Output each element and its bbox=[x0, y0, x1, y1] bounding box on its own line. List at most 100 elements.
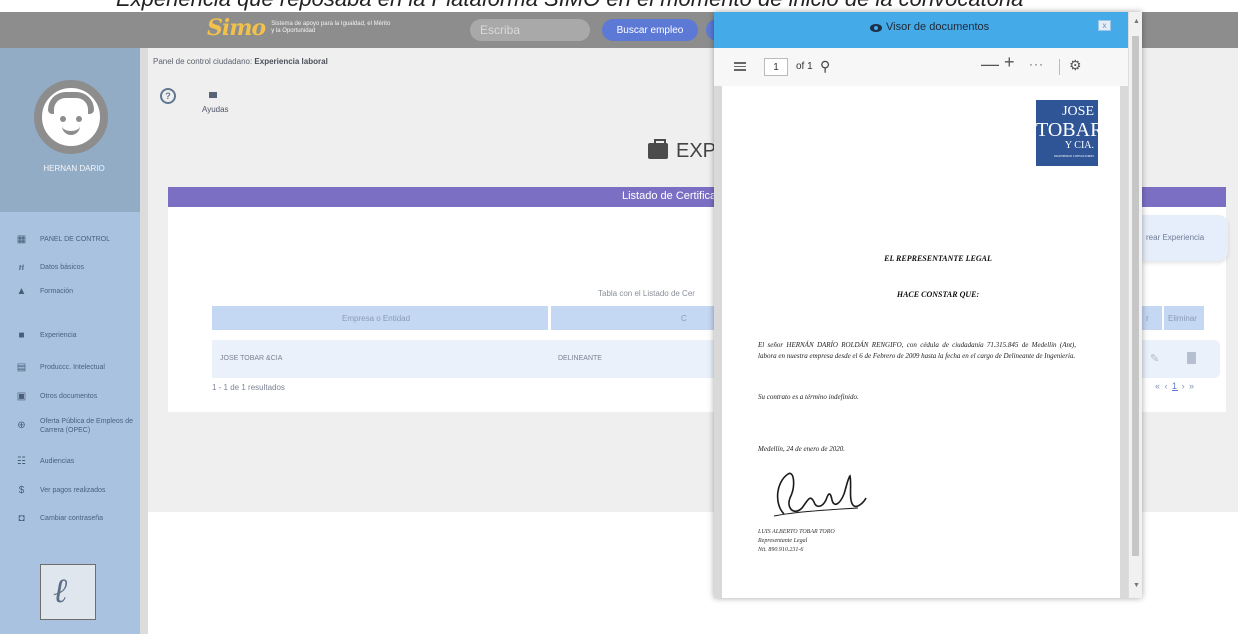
username: HERNAN DARIO bbox=[43, 164, 105, 173]
column-header-label: r bbox=[1146, 314, 1149, 323]
trash-icon[interactable] bbox=[1187, 352, 1196, 364]
sidebar-item-label: Oferta Pública de Empleos de Carrera (OP… bbox=[40, 418, 133, 434]
sidebar-scrollbar[interactable] bbox=[140, 48, 148, 634]
logo-line3: Y CIA. bbox=[1064, 140, 1094, 151]
signer-name: LUIS ALBERTO TOBAR TORO bbox=[758, 529, 835, 535]
sidebar-item-contrasena[interactable]: ◘ Cambiar contraseña bbox=[0, 509, 140, 531]
doc-place-date: Medellín, 24 de enero de 2020. bbox=[758, 445, 846, 453]
logo-tagline: Sistema de apoyo para la Igualdad, el Mé… bbox=[271, 21, 391, 34]
zoom-out-icon[interactable]: — bbox=[981, 54, 999, 75]
logo-mark: Simo bbox=[207, 15, 266, 41]
scroll-up-arrow-icon[interactable]: ▲ bbox=[1133, 18, 1140, 25]
graduation-icon: ▲ bbox=[16, 286, 27, 297]
sidebar-item-label: PANEL DE CONTROL bbox=[40, 236, 111, 243]
institution-logo: ℓ bbox=[40, 564, 96, 620]
cell-cargo: DELINEANTE bbox=[558, 355, 602, 362]
pagination: « ‹ 1 › » bbox=[1155, 381, 1195, 391]
simo-logo[interactable]: Simo Sistema de apoyo para la Igualdad, … bbox=[207, 15, 391, 41]
sidebar-item-formacion[interactable]: ▲ Formación bbox=[0, 282, 140, 304]
sidebar-item-pagos[interactable]: $ Ver pagos realizados bbox=[0, 481, 140, 503]
document-icon: ▣ bbox=[16, 391, 27, 402]
sidebar-item-label: Produccc. Intelectual bbox=[40, 364, 105, 371]
pdf-page-area[interactable]: JOSE TOBAR Y CIA. INGENIEROS CONSULTORES… bbox=[714, 86, 1128, 598]
sidebar-item-audiencias[interactable]: ☷ Audiencias bbox=[0, 452, 140, 474]
caption-text: Experiencia que reposaba en la Plataform… bbox=[116, 0, 1023, 12]
logo-line4: INGENIEROS CONSULTORES bbox=[1054, 154, 1094, 158]
search-icon[interactable]: ⚲ bbox=[820, 58, 830, 75]
breadcrumb-current: Experiencia laboral bbox=[254, 57, 328, 66]
sidebar-item-experiencia[interactable]: ■ Experiencia bbox=[0, 326, 140, 348]
caption: Experiencia que reposaba en la Plataform… bbox=[0, 0, 1238, 12]
avatar[interactable] bbox=[34, 80, 108, 154]
signer-nit: Nit. 890.910.231-6 bbox=[758, 547, 804, 553]
viewer-scrollbar[interactable]: ▲ ▼ bbox=[1128, 12, 1142, 598]
page-count: of 1 bbox=[796, 61, 813, 72]
pager-current[interactable]: 1 bbox=[1172, 381, 1178, 391]
table-row[interactable]: JOSE TOBAR &CIA DELINEANTE bbox=[212, 340, 728, 378]
doc-paragraph-1: El señor HERNÁN DARÍO ROLDÁN RENGIFO, co… bbox=[758, 341, 1076, 360]
card-title: Listado de Certifica bbox=[622, 190, 717, 202]
public-offer-icon: ⊕ bbox=[17, 420, 26, 431]
briefcase-icon: ■ bbox=[18, 330, 25, 341]
avatar-mouth bbox=[62, 126, 80, 135]
viewer-titlebar: Visor de documentos x bbox=[714, 12, 1128, 48]
settings-gear-icon[interactable]: ⚙ bbox=[1069, 57, 1082, 74]
sidebar: HERNAN DARIO ▦ PANEL DE CONTROL ዘ Datos … bbox=[0, 48, 148, 634]
table-caption: Tabla con el Listado de Cer bbox=[598, 289, 695, 298]
column-header-edit[interactable]: r bbox=[1142, 306, 1162, 330]
column-header-label: Empresa o Entidad bbox=[342, 314, 411, 323]
document-viewer: Visor de documentos x of 1 ⚲ — + ··· ⚙ J… bbox=[714, 12, 1142, 598]
pager-next[interactable]: › » bbox=[1182, 381, 1196, 391]
column-header-label: C bbox=[681, 314, 687, 323]
scrollbar-thumb[interactable] bbox=[1132, 36, 1139, 556]
sidebar-item-opec[interactable]: ⊕ Oferta Pública de Empleos de Carrera (… bbox=[0, 416, 140, 444]
pager-prev[interactable]: « ‹ bbox=[1155, 381, 1169, 391]
company-logo: JOSE TOBAR Y CIA. INGENIEROS CONSULTORES bbox=[1036, 100, 1104, 166]
sidebar-item-panel[interactable]: ▦ PANEL DE CONTROL bbox=[0, 230, 140, 252]
right-card-header bbox=[1142, 187, 1226, 207]
pencil-icon[interactable]: ✎ bbox=[1150, 352, 1159, 365]
payment-icon: $ bbox=[18, 485, 25, 496]
search-input[interactable] bbox=[470, 19, 590, 41]
sidebar-item-label: Ver pagos realizados bbox=[40, 487, 106, 494]
sidebar-item-produccion[interactable]: ▤ Produccc. Intelectual bbox=[0, 358, 140, 380]
sidebar-item-otros[interactable]: ▣ Otros documentos bbox=[0, 387, 140, 409]
breadcrumb: Panel de control ciudadano: Experiencia … bbox=[153, 57, 328, 66]
signer-role: Representante Legal bbox=[758, 538, 808, 544]
column-header-delete[interactable]: Eliminar bbox=[1164, 306, 1204, 330]
sidebar-item-label: Cambiar contraseña bbox=[40, 515, 104, 522]
sidebar-item-label: Experiencia bbox=[40, 332, 77, 339]
more-options-icon[interactable]: ··· bbox=[1029, 57, 1044, 71]
doc-heading-1: EL REPRESENTANTE LEGAL bbox=[884, 254, 992, 263]
sidebar-item-label: Formación bbox=[40, 288, 74, 295]
pdf-page: JOSE TOBAR Y CIA. INGENIEROS CONSULTORES… bbox=[722, 86, 1120, 598]
create-experience-button[interactable]: rear Experiencia bbox=[1142, 215, 1228, 261]
logo-line2: TOBAR bbox=[1036, 119, 1104, 141]
video-icon[interactable] bbox=[209, 92, 217, 98]
screenshot: Experiencia que reposaba en la Plataform… bbox=[0, 0, 1238, 634]
column-header-empresa[interactable]: Empresa o Entidad bbox=[212, 306, 548, 330]
cell-empresa: JOSE TOBAR &CIA bbox=[220, 355, 283, 362]
help-icon[interactable]: ? bbox=[160, 88, 176, 104]
viewer-title: Visor de documentos bbox=[886, 21, 990, 33]
column-header-cargo[interactable]: C bbox=[550, 306, 728, 330]
sidebar-item-label: Otros documentos bbox=[40, 393, 98, 400]
eye-icon bbox=[870, 24, 882, 32]
outline-icon[interactable] bbox=[734, 62, 746, 71]
search-jobs-button[interactable]: Buscar empleo bbox=[602, 19, 698, 41]
scroll-down-arrow-icon[interactable]: ▼ bbox=[1133, 582, 1140, 589]
help-label[interactable]: Ayudas bbox=[202, 105, 229, 114]
sidebar-item-datos[interactable]: ዘ Datos básicos bbox=[0, 258, 140, 280]
card-header: Listado de Certifica bbox=[168, 187, 728, 207]
column-header-label: Eliminar bbox=[1168, 314, 1197, 323]
page-number-input[interactable] bbox=[764, 58, 788, 76]
create-experience-label: rear Experiencia bbox=[1146, 233, 1205, 242]
pdf-toolbar: of 1 ⚲ — + ··· ⚙ bbox=[714, 48, 1128, 86]
sidebar-item-label: Datos básicos bbox=[40, 264, 84, 271]
close-button[interactable]: x bbox=[1098, 20, 1111, 31]
certificates-card bbox=[168, 187, 728, 412]
profile-panel: HERNAN DARIO bbox=[0, 48, 148, 212]
results-count: 1 - 1 de 1 resultados bbox=[212, 383, 285, 392]
book-icon: ▤ bbox=[16, 362, 27, 373]
zoom-in-icon[interactable]: + bbox=[1004, 52, 1015, 73]
